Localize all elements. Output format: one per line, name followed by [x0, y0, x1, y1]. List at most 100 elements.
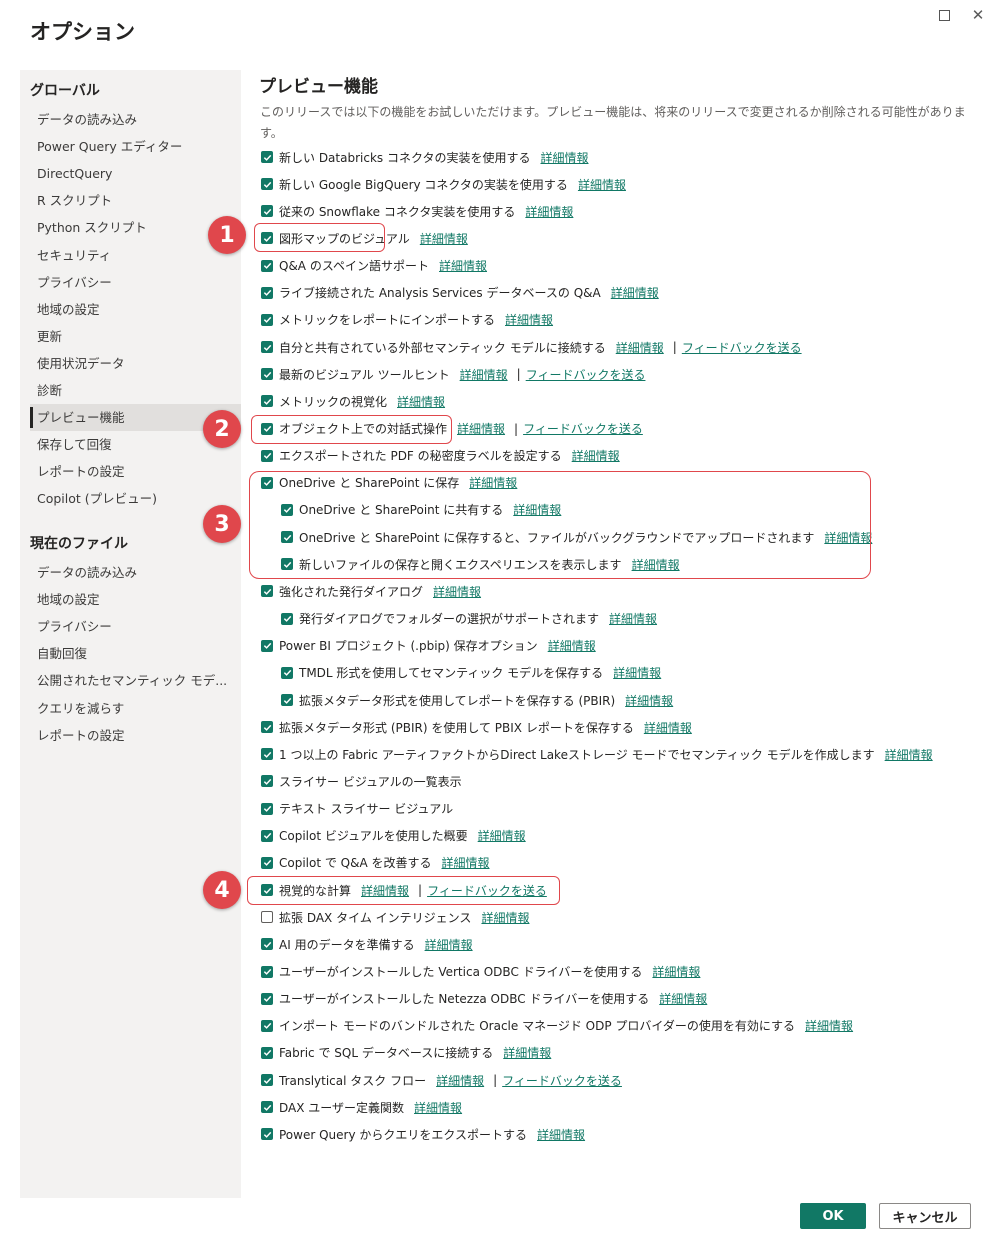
- option-checkbox[interactable]: [261, 721, 273, 734]
- callout-box-2: [251, 415, 452, 444]
- option-checkbox[interactable]: [261, 911, 273, 924]
- option-checkbox[interactable]: [261, 395, 273, 408]
- sidebar-item-file[interactable]: レポートの設定: [30, 722, 241, 749]
- learn-more-link[interactable]: 詳細情報: [578, 176, 626, 193]
- learn-more-link[interactable]: 詳細情報: [613, 664, 661, 681]
- option-row: 最新のビジュアル ツールヒント 詳細情報 | フィードバックを送る: [261, 364, 645, 384]
- option-row: TMDL 形式を使用してセマンティック モデルを保存する 詳細情報: [281, 663, 661, 683]
- window-controls: ✕: [930, 4, 992, 26]
- learn-more-link[interactable]: 詳細情報: [505, 311, 553, 328]
- option-checkbox[interactable]: [261, 259, 273, 272]
- learn-more-link[interactable]: 詳細情報: [442, 854, 490, 871]
- option-label: Translytical タスク フロー: [279, 1073, 427, 1088]
- learn-more-link[interactable]: 詳細情報: [397, 393, 445, 410]
- learn-more-link[interactable]: 詳細情報: [503, 1044, 551, 1061]
- option-checkbox[interactable]: [261, 992, 273, 1005]
- sidebar-item-global[interactable]: 使用状況データ: [30, 350, 241, 377]
- option-checkbox[interactable]: [281, 666, 293, 679]
- learn-more-link[interactable]: 詳細情報: [414, 1099, 462, 1116]
- sidebar-item-global[interactable]: DirectQuery: [30, 160, 241, 187]
- option-checkbox[interactable]: [261, 1101, 273, 1114]
- sidebar-item-global[interactable]: レポートの設定: [30, 458, 241, 485]
- link-separator: |: [672, 340, 677, 355]
- send-feedback-link[interactable]: フィードバックを送る: [682, 339, 802, 356]
- learn-more-link[interactable]: 詳細情報: [525, 203, 573, 220]
- learn-more-link[interactable]: 詳細情報: [537, 1126, 585, 1143]
- learn-more-link[interactable]: 詳細情報: [644, 719, 692, 736]
- sidebar-item-file[interactable]: データの読み込み: [30, 559, 241, 586]
- learn-more-link[interactable]: 詳細情報: [425, 936, 473, 953]
- option-checkbox[interactable]: [261, 802, 273, 815]
- sidebar-item-global[interactable]: プライバシー: [30, 269, 241, 296]
- learn-more-link[interactable]: 詳細情報: [433, 583, 481, 600]
- cancel-button[interactable]: キャンセル: [879, 1203, 971, 1229]
- learn-more-link[interactable]: 詳細情報: [420, 230, 468, 247]
- learn-more-link[interactable]: 詳細情報: [548, 637, 596, 654]
- page-description: このリリースでは以下の機能をお試しいただけます。プレビュー機能は、将来のリリース…: [260, 105, 966, 140]
- sidebar-item-global[interactable]: 地域の設定: [30, 296, 241, 323]
- option-checkbox[interactable]: [261, 286, 273, 299]
- sidebar-item-file[interactable]: プライバシー: [30, 613, 241, 640]
- learn-more-link[interactable]: 詳細情報: [572, 447, 620, 464]
- learn-more-link[interactable]: 詳細情報: [652, 963, 700, 980]
- option-row: 新しい Google BigQuery コネクタの実装を使用する 詳細情報: [261, 174, 626, 194]
- send-feedback-link[interactable]: フィードバックを送る: [526, 366, 646, 383]
- option-checkbox[interactable]: [261, 151, 273, 163]
- sidebar-item-global[interactable]: Power Query エディター: [30, 133, 241, 160]
- option-checkbox[interactable]: [261, 856, 273, 869]
- callout-box-4: [247, 876, 560, 905]
- option-checkbox[interactable]: [261, 205, 273, 218]
- learn-more-link[interactable]: 詳細情報: [659, 990, 707, 1007]
- option-checkbox[interactable]: [261, 639, 273, 652]
- option-checkbox[interactable]: [261, 829, 273, 842]
- sidebar-item-file[interactable]: クエリを減らす: [30, 695, 241, 722]
- learn-more-link[interactable]: 詳細情報: [616, 339, 664, 356]
- option-label: Power Query からクエリをエクスポートする: [279, 1127, 528, 1142]
- option-label: Q&A のスペイン語サポート: [279, 259, 429, 274]
- option-checkbox[interactable]: [261, 313, 273, 326]
- option-checkbox[interactable]: [261, 1046, 273, 1059]
- option-checkbox[interactable]: [261, 585, 273, 598]
- sidebar-item-global[interactable]: R スクリプト: [30, 187, 241, 214]
- option-checkbox[interactable]: [261, 1019, 273, 1032]
- learn-more-link[interactable]: 詳細情報: [460, 366, 508, 383]
- option-checkbox[interactable]: [261, 938, 273, 951]
- sidebar-item-global[interactable]: 更新: [30, 323, 241, 350]
- sidebar-item-global[interactable]: 診断: [30, 377, 241, 404]
- learn-more-link[interactable]: 詳細情報: [478, 827, 526, 844]
- option-checkbox[interactable]: [281, 612, 293, 625]
- send-feedback-link[interactable]: フィードバックを送る: [502, 1072, 622, 1089]
- learn-more-link[interactable]: 詳細情報: [481, 909, 529, 926]
- learn-more-link[interactable]: 詳細情報: [611, 284, 659, 301]
- option-checkbox[interactable]: [261, 965, 273, 978]
- learn-more-link[interactable]: 詳細情報: [439, 257, 487, 274]
- learn-more-link[interactable]: 詳細情報: [805, 1017, 853, 1034]
- ok-button[interactable]: OK: [800, 1203, 866, 1229]
- learn-more-link[interactable]: 詳細情報: [625, 692, 673, 709]
- option-checkbox[interactable]: [261, 341, 273, 354]
- option-checkbox[interactable]: [261, 368, 273, 381]
- learn-more-link[interactable]: 詳細情報: [609, 610, 657, 627]
- option-row: スライサー ビジュアルの一覧表示: [261, 771, 472, 791]
- option-checkbox[interactable]: [261, 449, 273, 462]
- option-checkbox[interactable]: [261, 178, 273, 191]
- sidebar-item-global[interactable]: データの読み込み: [30, 106, 241, 133]
- sidebar-item-file[interactable]: 自動回復: [30, 640, 241, 667]
- learn-more-link[interactable]: 詳細情報: [885, 746, 933, 763]
- sidebar-item-file[interactable]: 公開されたセマンティック モデ...: [30, 667, 241, 694]
- sidebar-item-global[interactable]: セキュリティ: [30, 242, 241, 269]
- option-row: Q&A のスペイン語サポート 詳細情報: [261, 256, 487, 276]
- option-checkbox[interactable]: [261, 775, 273, 788]
- maximize-button[interactable]: [930, 4, 958, 26]
- option-checkbox[interactable]: [261, 748, 273, 761]
- option-checkbox[interactable]: [281, 694, 293, 706]
- sidebar-item-file[interactable]: 地域の設定: [30, 586, 241, 613]
- learn-more-link[interactable]: 詳細情報: [541, 149, 589, 166]
- learn-more-link[interactable]: 詳細情報: [457, 420, 505, 437]
- option-label: 発行ダイアログでフォルダーの選択がサポートされます: [299, 612, 600, 627]
- option-checkbox[interactable]: [261, 1128, 273, 1141]
- send-feedback-link[interactable]: フィードバックを送る: [523, 420, 643, 437]
- option-checkbox[interactable]: [261, 1074, 273, 1087]
- learn-more-link[interactable]: 詳細情報: [436, 1072, 484, 1089]
- close-button[interactable]: ✕: [964, 4, 992, 26]
